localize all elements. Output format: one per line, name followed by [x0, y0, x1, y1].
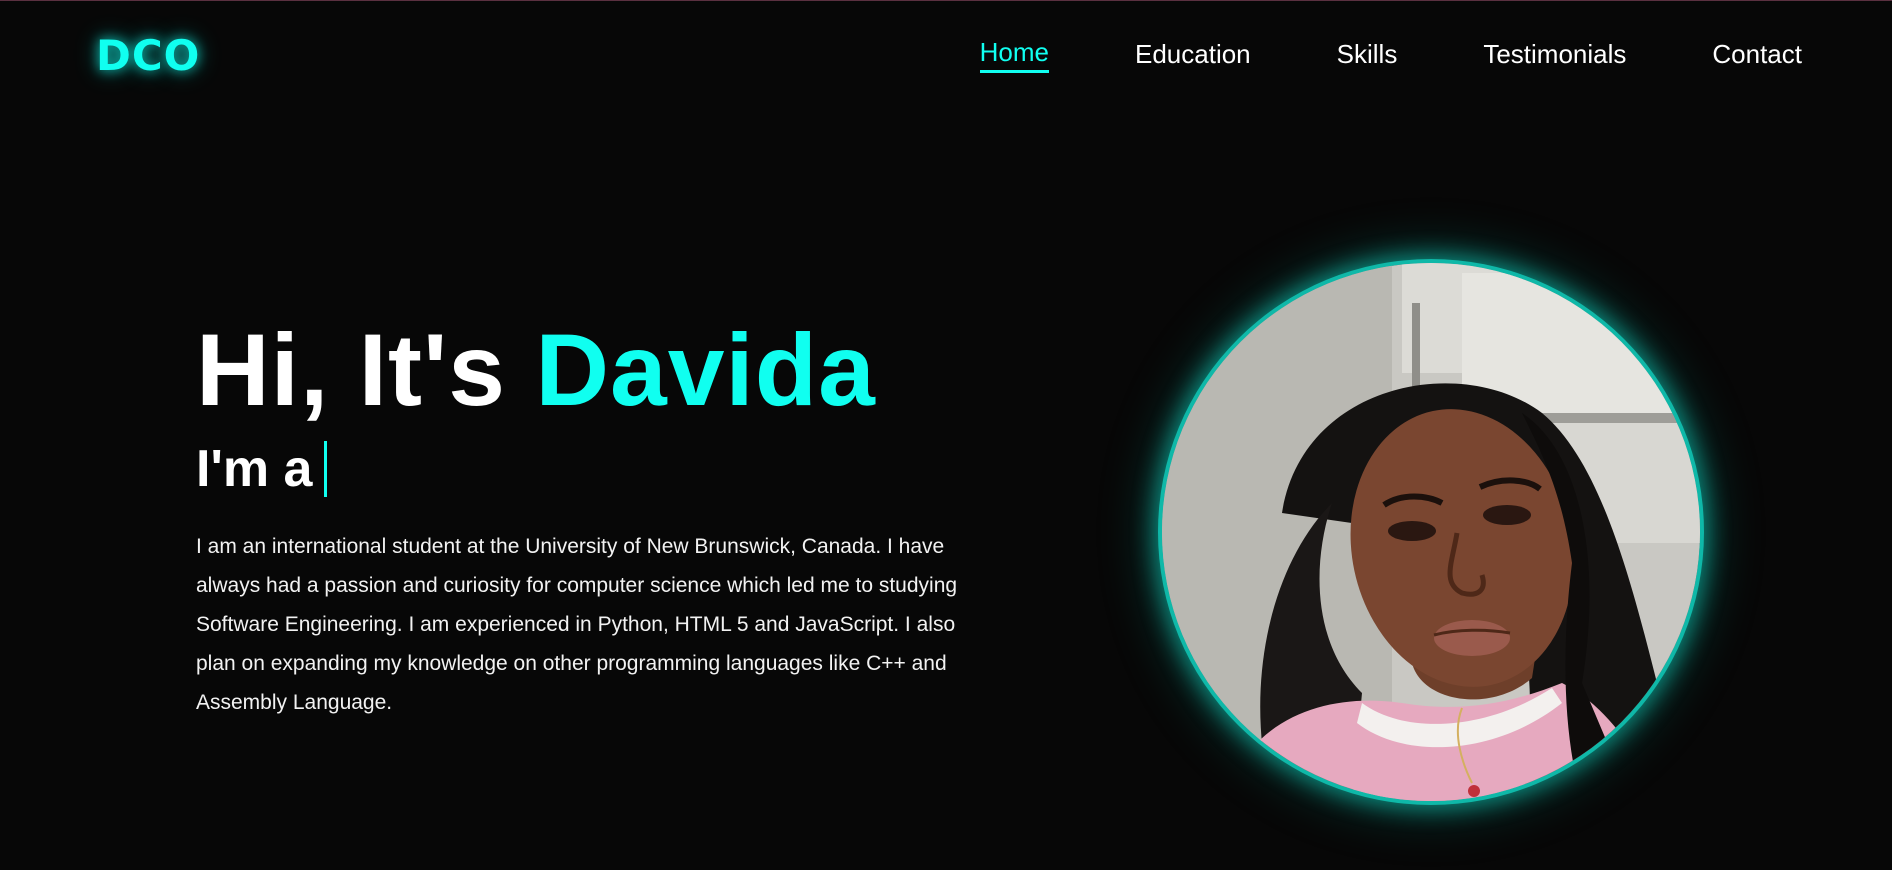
profile-photo: [1162, 263, 1700, 801]
nav-testimonials-link[interactable]: Testimonials: [1483, 39, 1626, 72]
page: DCO Home Education Skills Testimonials C…: [0, 0, 1892, 870]
main-nav: Home Education Skills Testimonials Conta…: [979, 37, 1802, 73]
nav-skills-link[interactable]: Skills: [1337, 39, 1398, 72]
nav-contact-link[interactable]: Contact: [1712, 39, 1802, 72]
typing-role: I'm a: [196, 440, 328, 498]
site-logo[interactable]: DCO: [96, 31, 200, 80]
role-prefix: I'm a: [196, 440, 313, 498]
hero-greeting: Hi, It's: [196, 313, 506, 427]
nav-home-link[interactable]: Home: [979, 37, 1049, 73]
typing-cursor: [324, 441, 328, 497]
profile-photo-image: [1162, 263, 1700, 801]
hero-bio: I am an international student at the Uni…: [196, 535, 958, 714]
nav-education-link[interactable]: Education: [1135, 39, 1251, 72]
hero-name: Davida: [535, 313, 876, 427]
hero-heading: Hi, It's Davida: [196, 319, 876, 421]
